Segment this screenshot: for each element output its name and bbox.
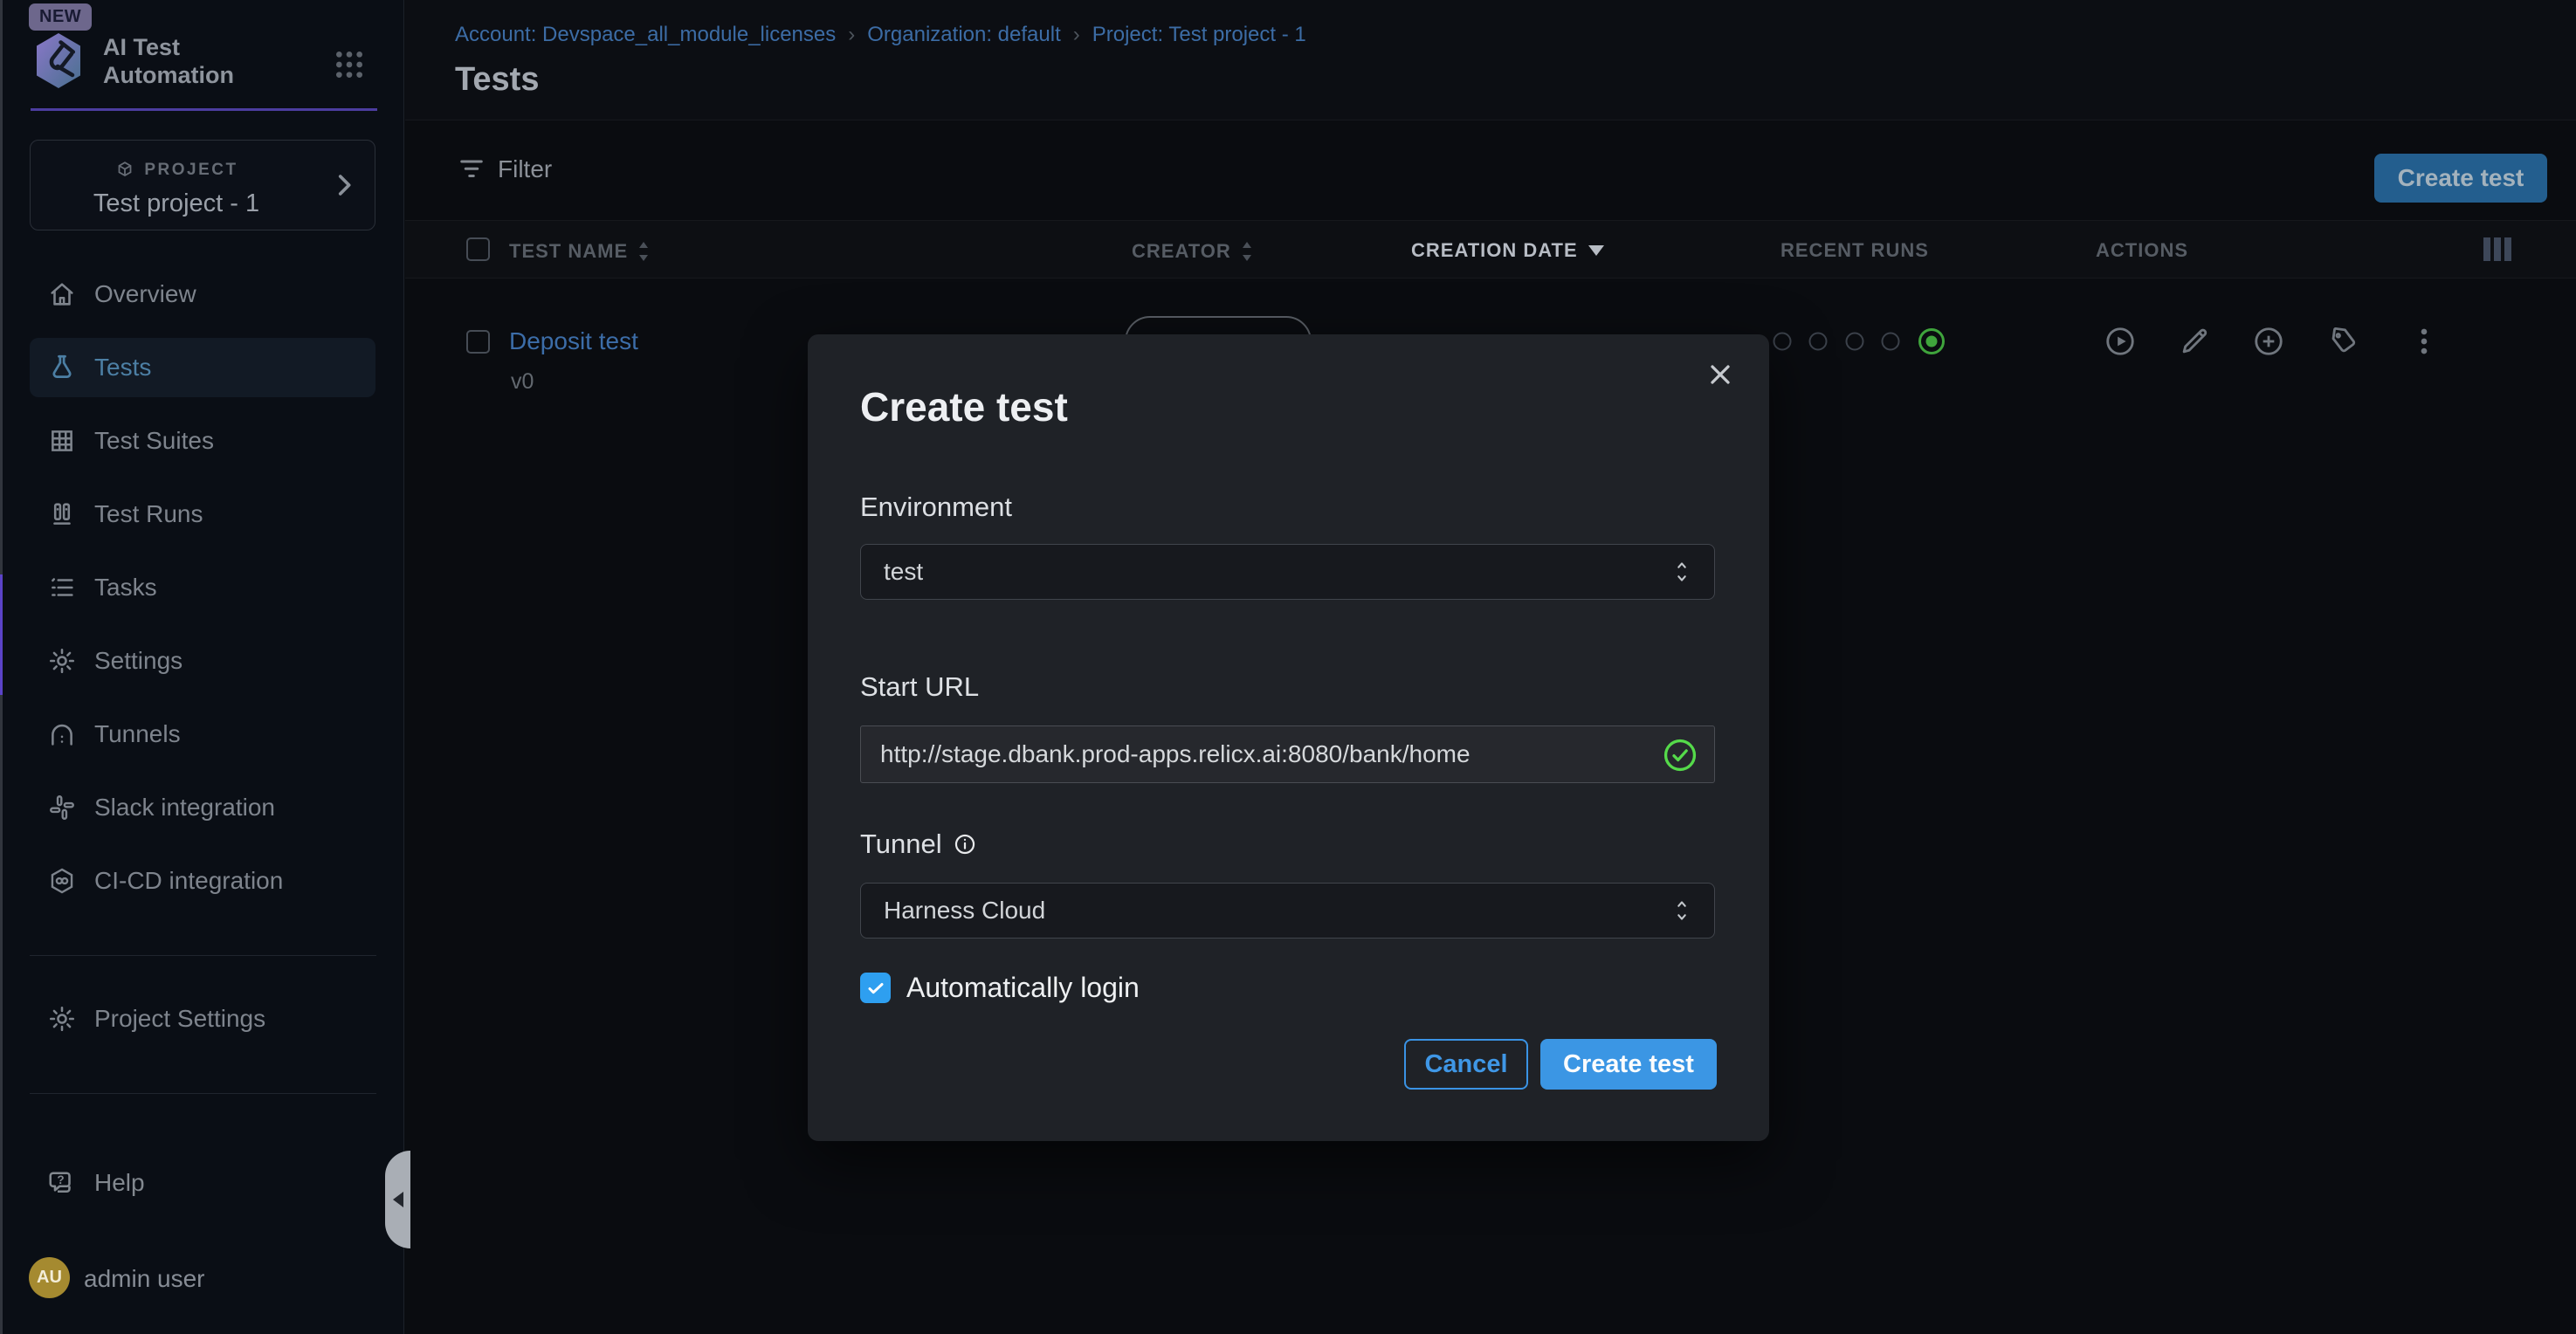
run-status-dot-passed[interactable] xyxy=(1918,328,1945,354)
grid-icon xyxy=(47,426,77,456)
kebab-menu-icon[interactable] xyxy=(2407,325,2441,358)
sidebar-divider xyxy=(30,955,376,956)
filter-label: Filter xyxy=(498,155,552,183)
sidebar-item-tunnels[interactable]: Tunnels xyxy=(30,705,375,764)
sort-icon xyxy=(1238,239,1256,264)
tunnel-label: Tunnel xyxy=(860,829,977,860)
slack-icon xyxy=(47,793,77,822)
breadcrumb-project[interactable]: Project: Test project - 1 xyxy=(1092,23,1306,47)
auto-login-checkbox-row[interactable]: Automatically login xyxy=(860,972,1140,1004)
sidebar-item-cicd-integration[interactable]: CI-CD integration xyxy=(30,851,375,911)
sidebar: NEW AI Test Automation xyxy=(0,0,404,1334)
project-selector[interactable]: PROJECT Test project - 1 xyxy=(30,140,375,230)
test-version: v0 xyxy=(511,369,534,395)
select-chevrons-icon xyxy=(1670,895,1693,926)
sidebar-item-settings[interactable]: Settings xyxy=(30,631,375,691)
sidebar-item-overview[interactable]: Overview xyxy=(30,265,375,324)
environment-label: Environment xyxy=(860,492,1012,523)
column-creator[interactable]: CREATOR xyxy=(1132,239,1256,264)
window-edge-accent xyxy=(0,574,3,695)
edit-pencil-icon[interactable] xyxy=(2178,325,2211,358)
filter-button[interactable]: Filter xyxy=(456,154,552,185)
breadcrumb-account[interactable]: Account: Devspace_all_module_licenses xyxy=(455,23,836,47)
run-status-dot[interactable] xyxy=(1774,333,1792,351)
column-test-name[interactable]: TEST NAME xyxy=(509,239,652,264)
test-name-link[interactable]: Deposit test xyxy=(509,327,638,355)
modal-create-test-button[interactable]: Create test xyxy=(1540,1039,1717,1090)
breadcrumb: Account: Devspace_all_module_licenses › … xyxy=(455,23,1306,47)
help-chat-icon: ? xyxy=(47,1167,79,1199)
run-status-dot[interactable] xyxy=(1846,333,1864,351)
auto-login-label: Automatically login xyxy=(906,972,1140,1004)
flask-icon xyxy=(47,353,77,382)
sidebar-item-tasks[interactable]: Tasks xyxy=(30,558,375,617)
gear-icon xyxy=(47,646,77,676)
sidebar-item-tests[interactable]: Tests xyxy=(30,338,375,397)
page-header: Account: Devspace_all_module_licenses › … xyxy=(405,0,2576,120)
project-eyebrow-label: PROJECT xyxy=(144,161,238,180)
sort-icon xyxy=(635,239,652,264)
run-status-dot[interactable] xyxy=(1809,333,1828,351)
sidebar-item-help[interactable]: ? Help xyxy=(30,1154,375,1212)
table-header: TEST NAME CREATOR CREATION DATE RECENT R… xyxy=(405,221,2576,278)
environment-select[interactable]: test xyxy=(860,544,1715,600)
gear-icon xyxy=(47,1004,77,1034)
filter-icon xyxy=(456,154,487,185)
tunnel-select[interactable]: Harness Cloud xyxy=(860,883,1715,939)
sidebar-item-slack-integration[interactable]: Slack integration xyxy=(30,778,375,837)
close-icon[interactable] xyxy=(1705,359,1736,390)
chevron-left-icon xyxy=(393,1192,403,1207)
cube-icon xyxy=(114,160,135,181)
column-recent-runs: RECENT RUNS xyxy=(1780,239,1929,262)
tag-icon[interactable] xyxy=(2325,325,2359,358)
sidebar-collapse-handle[interactable] xyxy=(385,1151,410,1248)
test-runs-icon xyxy=(47,499,77,529)
breadcrumb-organization[interactable]: Organization: default xyxy=(867,23,1060,47)
tunnel-icon xyxy=(47,719,77,749)
sidebar-divider xyxy=(30,1093,376,1094)
project-name: Test project - 1 xyxy=(31,189,322,218)
valid-check-icon xyxy=(1662,737,1698,774)
toolbar: Filter Create test xyxy=(405,120,2576,221)
sidebar-item-test-runs[interactable]: Test Runs xyxy=(30,485,375,544)
create-test-modal: Create test Environment test Start URL T… xyxy=(808,334,1769,1141)
run-play-icon[interactable] xyxy=(2104,325,2137,358)
apps-grid-icon[interactable] xyxy=(332,47,367,82)
start-url-label: Start URL xyxy=(860,671,979,703)
breadcrumb-separator: › xyxy=(848,23,855,47)
start-url-field xyxy=(860,725,1715,783)
user-avatar[interactable]: AU xyxy=(29,1257,70,1298)
chevron-right-icon xyxy=(329,170,359,200)
page-title: Tests xyxy=(455,61,539,99)
hexagon-link-icon xyxy=(47,866,77,896)
app-logo xyxy=(31,31,86,91)
start-url-input[interactable] xyxy=(880,726,1631,782)
home-icon xyxy=(47,279,77,309)
create-test-button[interactable]: Create test xyxy=(2374,154,2547,203)
select-chevrons-icon xyxy=(1670,556,1693,588)
columns-settings-icon[interactable] xyxy=(2483,237,2511,261)
column-creation-date[interactable]: CREATION DATE xyxy=(1411,239,1604,262)
info-icon[interactable] xyxy=(953,832,977,856)
select-all-checkbox[interactable] xyxy=(466,237,490,261)
cancel-button[interactable]: Cancel xyxy=(1404,1039,1528,1090)
brand-divider xyxy=(31,108,377,111)
user-name[interactable]: admin user xyxy=(84,1265,205,1293)
run-status-dot[interactable] xyxy=(1882,333,1900,351)
modal-title: Create test xyxy=(860,383,1068,430)
checkbox-checked-icon[interactable] xyxy=(860,973,891,1003)
sidebar-item-project-settings[interactable]: Project Settings xyxy=(30,989,375,1049)
add-plus-icon[interactable] xyxy=(2252,325,2285,358)
app-title: AI Test Automation xyxy=(103,33,313,89)
new-badge: NEW xyxy=(29,3,92,31)
row-checkbox[interactable] xyxy=(466,330,490,354)
column-actions: ACTIONS xyxy=(2096,239,2188,262)
sidebar-item-test-suites[interactable]: Test Suites xyxy=(30,411,375,471)
sort-desc-icon xyxy=(1588,245,1604,256)
svg-text:?: ? xyxy=(57,1173,64,1186)
breadcrumb-separator: › xyxy=(1073,23,1080,47)
list-icon xyxy=(47,573,77,602)
